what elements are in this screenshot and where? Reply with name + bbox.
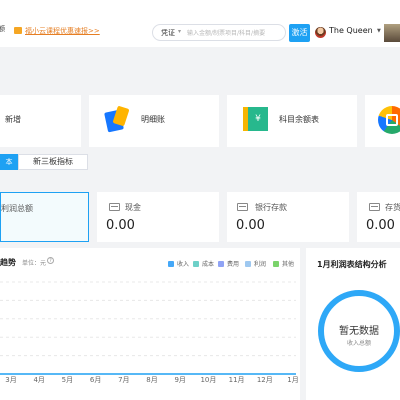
trend-panel: 3月 4月 5月 6月 7月 8月 9月 10月 11月 12月 1月 趋势 单位：元 ? 收入 成… bbox=[0, 248, 300, 400]
shortcut-label: 新增 bbox=[5, 115, 21, 124]
x-tick-label: 12月 bbox=[257, 376, 273, 384]
shortcut-account-balance[interactable]: ¥ 科目余额表 bbox=[227, 95, 357, 147]
search-input[interactable] bbox=[187, 27, 283, 39]
trend-chart: 3月 4月 5月 6月 7月 8月 9月 10月 11月 12月 1月 bbox=[0, 281, 299, 384]
legend-swatch bbox=[168, 261, 174, 267]
x-tick-label: 10月 bbox=[200, 376, 216, 384]
x-tick-label: 5月 bbox=[62, 376, 73, 384]
shortcut-add[interactable]: 新增 bbox=[0, 95, 81, 147]
stat-value: 0.00 bbox=[236, 218, 265, 233]
legend-label: 费用 bbox=[227, 261, 240, 268]
stat-inventory[interactable]: 存货 0.00 bbox=[357, 192, 400, 242]
x-tick-label: 6月 bbox=[90, 376, 101, 384]
stat-title: 利润总额 bbox=[1, 204, 33, 213]
x-tick-label: 7月 bbox=[118, 376, 129, 384]
analysis-title: 1月利润表结构分析 bbox=[317, 260, 387, 269]
promo-notice-link[interactable]: 福小云课程优惠速报>> bbox=[25, 26, 100, 36]
stat-value: 0.00 bbox=[366, 218, 395, 233]
x-tick-label: 8月 bbox=[146, 376, 157, 384]
legend-item[interactable]: 其他 bbox=[273, 259, 294, 268]
tab-main[interactable]: 本 bbox=[0, 154, 18, 170]
trend-title: 趋势 bbox=[0, 258, 16, 267]
legend-item[interactable]: 费用 bbox=[218, 259, 239, 268]
x-tick-label: 3月 bbox=[5, 376, 16, 384]
stat-title: 现金 bbox=[125, 203, 141, 212]
stat-title: 存货 bbox=[385, 203, 400, 212]
header-cut-text: 额 bbox=[0, 25, 5, 33]
legend-label: 成本 bbox=[202, 261, 215, 268]
tab-neeq-indicators[interactable]: 新三板指标 bbox=[18, 154, 88, 170]
bank-card-icon bbox=[237, 203, 248, 211]
user-photo[interactable] bbox=[384, 24, 400, 42]
legend-swatch bbox=[218, 261, 224, 267]
x-tick-label: 4月 bbox=[33, 376, 44, 384]
shortcut-label: 明细账 bbox=[141, 115, 165, 124]
legend-item[interactable]: 收入 bbox=[168, 259, 189, 268]
legend-item[interactable]: 利润 bbox=[245, 259, 266, 268]
trend-unit: 单位：元 bbox=[22, 260, 47, 267]
legend-label: 利润 bbox=[254, 261, 267, 268]
legend-label: 其他 bbox=[282, 261, 295, 268]
tags-icon bbox=[104, 105, 132, 135]
profit-donut-chart: 暂无数据 收入总额 bbox=[318, 290, 400, 372]
profit-structure-panel: 1月利润表结构分析 暂无数据 收入总额 bbox=[306, 248, 400, 400]
legend-swatch bbox=[273, 261, 279, 267]
stat-title: 银行存款 bbox=[255, 203, 287, 212]
stat-bank-deposit[interactable]: 银行存款 0.00 bbox=[227, 192, 349, 242]
user-name[interactable]: The Queen bbox=[329, 26, 373, 35]
x-tick-label: 1月 bbox=[287, 376, 298, 384]
shortcut-app[interactable] bbox=[365, 95, 400, 147]
chevron-down-icon[interactable]: ▾ bbox=[178, 28, 181, 35]
legend-swatch bbox=[245, 261, 251, 267]
user-menu-caret-icon[interactable]: ▼ bbox=[377, 28, 381, 34]
stat-cash[interactable]: 现金 0.00 bbox=[97, 192, 219, 242]
shortcut-label: 科目余额表 bbox=[279, 115, 319, 124]
help-icon[interactable]: ? bbox=[47, 257, 54, 264]
x-tick-label: 11月 bbox=[229, 376, 245, 384]
user-avatar-icon[interactable] bbox=[315, 27, 326, 38]
shortcut-detail-ledger[interactable]: 明细账 bbox=[89, 95, 219, 147]
inventory-icon bbox=[369, 203, 380, 211]
wallet-icon bbox=[109, 203, 120, 211]
app-icon bbox=[378, 106, 400, 134]
stat-total-profit[interactable]: 利润总额 bbox=[0, 192, 89, 242]
activate-button[interactable]: 激活 bbox=[289, 24, 310, 42]
legend-item[interactable]: 成本 bbox=[193, 259, 214, 268]
legend-swatch bbox=[193, 261, 199, 267]
top-bar: 额 福小云课程优惠速报>> 凭证 ▾ 激活 The Queen ▼ bbox=[0, 0, 400, 47]
legend-label: 收入 bbox=[177, 261, 190, 268]
x-tick-label: 9月 bbox=[174, 376, 185, 384]
ledger-icon: ¥ bbox=[243, 107, 268, 131]
donut-sub-label: 收入总额 bbox=[346, 340, 371, 347]
empty-state-text: 暂无数据 bbox=[339, 326, 379, 337]
search-type-select[interactable]: 凭证 bbox=[161, 28, 175, 38]
voucher-search: 凭证 ▾ bbox=[152, 24, 286, 41]
notice-icon bbox=[14, 27, 22, 34]
stat-value: 0.00 bbox=[106, 218, 135, 233]
